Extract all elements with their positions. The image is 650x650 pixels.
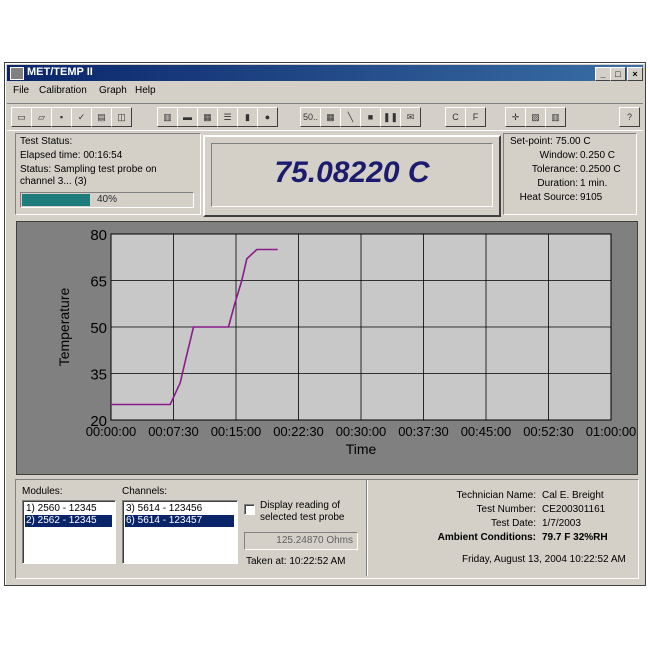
help-button[interactable]: ? bbox=[619, 107, 640, 127]
test-date-value: 1/7/2003 bbox=[542, 518, 581, 529]
test-status-panel: Test Status: Elapsed time: 00:16:54 Stat… bbox=[15, 133, 201, 215]
zoom-50-button[interactable]: 50.. bbox=[300, 107, 321, 127]
modules-list[interactable]: 1) 2560 - 12345 2) 2562 - 12345 bbox=[22, 500, 116, 564]
window-title: MET/TEMP II bbox=[27, 66, 93, 78]
reading-display: 75.08220 C bbox=[211, 143, 493, 207]
menu-bar: File Calibration Graph Help bbox=[7, 83, 643, 99]
grid-icon[interactable]: ▦ bbox=[320, 107, 341, 127]
crosshair-icon[interactable]: ✛ bbox=[505, 107, 526, 127]
window-label: Window: bbox=[539, 150, 578, 161]
x-tick-label: 00:45:00 bbox=[461, 424, 512, 439]
bottom-panel: Modules: 1) 2560 - 12345 2) 2562 - 12345… bbox=[15, 479, 639, 579]
tolerance-label: Tolerance: bbox=[531, 164, 578, 175]
ambient-label: Ambient Conditions: bbox=[437, 532, 536, 543]
app-icon bbox=[10, 67, 24, 80]
channel-item-1[interactable]: 3) 5614 - 123456 bbox=[125, 503, 234, 515]
progress-label: 40% bbox=[96, 194, 117, 205]
test-date-label: Test Date: bbox=[490, 518, 536, 529]
menu-file[interactable]: File bbox=[13, 85, 29, 96]
duration-label: Duration: bbox=[537, 178, 578, 189]
chart-panel: 80 65 50 35 20 00:00:00 00:07:30 00:15:00 00:22:… bbox=[16, 221, 638, 475]
celsius-button[interactable]: C bbox=[445, 107, 466, 127]
print-icon[interactable]: ▤ bbox=[91, 107, 112, 127]
card-icon[interactable]: ▬ bbox=[177, 107, 198, 127]
maximize-button[interactable]: □ bbox=[610, 67, 626, 81]
meter-icon[interactable]: ▥ bbox=[545, 107, 566, 127]
test-number-label: Test Number: bbox=[476, 504, 536, 515]
status-line-2: channel 3... (3) bbox=[20, 176, 87, 187]
divider bbox=[366, 480, 367, 576]
x-tick-label: 01:00:00 bbox=[586, 424, 637, 439]
toolbar: ▭ ▱ ▪ ✓ ▤ ◫ ▥ ▬ ▦ ☰ ▮ ● 50.. ▦ ╲ ■ ❚❚ ✉ … bbox=[7, 103, 643, 131]
stop-circle-icon[interactable]: ● bbox=[257, 107, 278, 127]
fahrenheit-button[interactable]: F bbox=[465, 107, 486, 127]
display-reading-label-2: selected test probe bbox=[260, 512, 345, 523]
probe-reading-value: 125.24870 Ohms bbox=[276, 535, 353, 546]
list-icon[interactable]: ☰ bbox=[217, 107, 238, 127]
reading-panel: 75.08220 C bbox=[203, 135, 501, 217]
channel-item-2[interactable]: 6) 5614 - 123457 bbox=[125, 515, 234, 527]
x-tick-label: 00:15:00 bbox=[211, 424, 262, 439]
menu-help[interactable]: Help bbox=[135, 85, 156, 96]
save-icon[interactable]: ▪ bbox=[51, 107, 72, 127]
setpoint-panel: Set-point: 75.00 C Window: 0.250 C Toler… bbox=[503, 133, 637, 215]
progress-bar: 40% bbox=[20, 192, 194, 208]
x-tick-label: 00:07:30 bbox=[148, 424, 199, 439]
display-reading-label-1: Display reading of bbox=[260, 500, 341, 511]
y-tick-label: 65 bbox=[90, 274, 107, 291]
temperature-reading: 75.08220 C bbox=[274, 156, 430, 189]
menu-graph[interactable]: Graph bbox=[99, 85, 127, 96]
technician-label: Technician Name: bbox=[456, 490, 536, 501]
check-icon[interactable]: ✓ bbox=[71, 107, 92, 127]
channels-list[interactable]: 3) 5614 - 123456 6) 5614 - 123457 bbox=[122, 500, 238, 564]
setpoint-heading: Set-point: 75.00 C bbox=[510, 136, 591, 147]
tool-icon[interactable]: ▮ bbox=[237, 107, 258, 127]
x-tick-label: 00:22:30 bbox=[273, 424, 324, 439]
display-reading-checkbox[interactable] bbox=[244, 504, 255, 515]
preview-icon[interactable]: ◫ bbox=[111, 107, 132, 127]
app-window: MET/TEMP II _ □ × File Calibration Graph… bbox=[4, 62, 646, 586]
elapsed-time: Elapsed time: 00:16:54 bbox=[20, 150, 123, 161]
heat-source-value: 9105 bbox=[580, 192, 603, 203]
x-tick-label: 00:00:00 bbox=[86, 424, 137, 439]
ambient-value: 79.7 F 32%RH bbox=[542, 532, 608, 543]
x-axis-label: Time bbox=[346, 441, 377, 457]
technician-value: Cal E. Breight bbox=[542, 490, 604, 501]
envelope-icon[interactable]: ✉ bbox=[400, 107, 421, 127]
test-status-heading: Test Status: bbox=[20, 136, 73, 147]
probe-reading-field: 125.24870 Ohms bbox=[244, 532, 358, 550]
printer-icon[interactable]: ▦ bbox=[197, 107, 218, 127]
close-button[interactable]: × bbox=[627, 67, 643, 81]
x-tick-label: 00:52:30 bbox=[523, 424, 574, 439]
status-line-1: Status: Sampling test probe on bbox=[20, 164, 157, 175]
y-tick-label: 80 bbox=[90, 227, 107, 244]
window-value: 0.250 C bbox=[580, 150, 616, 161]
new-file-icon[interactable]: ▭ bbox=[11, 107, 32, 127]
module-item-1[interactable]: 1) 2560 - 12345 bbox=[25, 503, 112, 515]
tolerance-value: 0.2500 C bbox=[580, 164, 621, 175]
channels-heading: Channels: bbox=[122, 486, 168, 497]
open-folder-icon[interactable]: ▱ bbox=[31, 107, 52, 127]
y-axis-label: Temperature bbox=[56, 287, 72, 366]
minimize-button[interactable]: _ bbox=[595, 67, 611, 81]
x-tick-label: 00:30:00 bbox=[336, 424, 387, 439]
taken-at: Taken at: 10:22:52 AM bbox=[246, 556, 346, 567]
module-item-2[interactable]: 2) 2562 - 12345 bbox=[25, 515, 112, 527]
y-tick-label: 35 bbox=[90, 367, 107, 384]
duration-value: 1 min. bbox=[580, 178, 608, 189]
module-icon[interactable]: ▥ bbox=[157, 107, 178, 127]
test-number-value: CE200301161 bbox=[542, 504, 606, 515]
modules-heading: Modules: bbox=[22, 486, 63, 497]
x-tick-label: 00:37:30 bbox=[398, 424, 449, 439]
temperature-chart: 806550352000:00:00 00:07:30 00:15:00 00:22:… bbox=[56, 227, 637, 457]
stop-icon[interactable]: ■ bbox=[360, 107, 381, 127]
chart-icon[interactable]: ▨ bbox=[525, 107, 546, 127]
title-bar: MET/TEMP II _ □ × bbox=[7, 65, 643, 81]
heat-source-label: Heat Source: bbox=[519, 192, 578, 203]
pause-icon[interactable]: ❚❚ bbox=[380, 107, 401, 127]
menu-calibration[interactable]: Calibration bbox=[39, 85, 87, 96]
probe-icon[interactable]: ╲ bbox=[340, 107, 361, 127]
current-datetime: Friday, August 13, 2004 10:22:52 AM bbox=[462, 554, 626, 565]
y-tick-label: 50 bbox=[90, 320, 107, 337]
